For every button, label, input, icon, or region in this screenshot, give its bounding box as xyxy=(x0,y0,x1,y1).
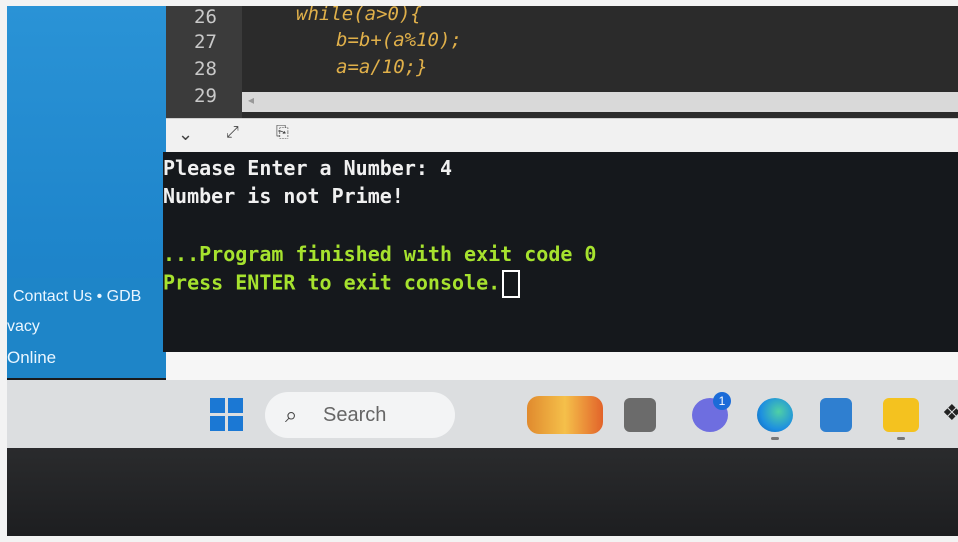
windows-start-icon[interactable] xyxy=(210,398,244,432)
taskbar-search-box[interactable]: ⌕ Search xyxy=(265,392,455,438)
sidebar-footer-links: Contact Us • GDB vacy Online xyxy=(7,278,166,378)
expand-icon[interactable]: ⤢ xyxy=(226,124,239,142)
monitor-bezel xyxy=(7,448,958,536)
taskbar: ⌕ Search 1 ❖ xyxy=(7,380,958,448)
line-number: 28 xyxy=(194,58,217,80)
widgets-icon[interactable] xyxy=(527,396,603,434)
store-icon[interactable] xyxy=(820,398,852,432)
text-cursor[interactable] xyxy=(502,270,521,298)
photo-border-left xyxy=(0,0,7,542)
privacy-link[interactable]: vacy xyxy=(7,318,40,336)
search-icon: ⌕ xyxy=(285,402,298,427)
chat-badge: 1 xyxy=(713,392,731,410)
console-line: Number is not Prime! xyxy=(163,184,404,208)
code-line[interactable]: b=b+(a%10); xyxy=(336,29,462,51)
edge-browser-icon[interactable] xyxy=(757,398,793,432)
running-indicator xyxy=(897,437,905,440)
online-link[interactable]: Online xyxy=(7,348,56,368)
console-toolbar: ⌄ ⤢ ⎘ xyxy=(166,118,958,153)
contact-link[interactable]: Contact Us • GDB xyxy=(13,288,141,306)
console-line: Please Enter a Number: 4 xyxy=(163,156,452,180)
line-number-gutter: 26 27 28 29 xyxy=(166,6,242,118)
search-placeholder: Search xyxy=(323,404,387,426)
clear-console-icon[interactable]: ⎘ xyxy=(276,124,289,142)
sidebar: Contact Us • GDB vacy Online xyxy=(7,6,166,378)
task-view-icon[interactable] xyxy=(624,398,656,432)
file-explorer-icon[interactable] xyxy=(883,398,919,432)
line-number: 26 xyxy=(194,6,217,28)
console-exit-message: ...Program finished with exit code 0 xyxy=(163,242,597,266)
console-prompt-text: Press ENTER to exit console. xyxy=(163,270,501,295)
chevron-down-icon[interactable]: ⌄ xyxy=(178,124,193,145)
code-editor[interactable]: 26 27 28 29 while(a>0){ b=b+(a%10); a=a/… xyxy=(166,6,958,118)
running-indicator xyxy=(771,437,779,440)
more-apps-icon[interactable]: ❖ xyxy=(942,400,958,426)
photo-border-bottom xyxy=(0,536,958,542)
code-line[interactable]: while(a>0){ xyxy=(296,6,422,25)
horizontal-scrollbar[interactable]: ◂ xyxy=(242,92,958,112)
line-number: 29 xyxy=(194,85,217,107)
line-number: 27 xyxy=(194,31,217,53)
console-prompt: Press ENTER to exit console. xyxy=(163,270,521,298)
code-line[interactable]: a=a/10;} xyxy=(336,56,428,78)
console-output[interactable]: Please Enter a Number: 4 Number is not P… xyxy=(163,152,958,352)
status-band xyxy=(166,352,958,380)
scroll-left-icon[interactable]: ◂ xyxy=(248,93,254,107)
